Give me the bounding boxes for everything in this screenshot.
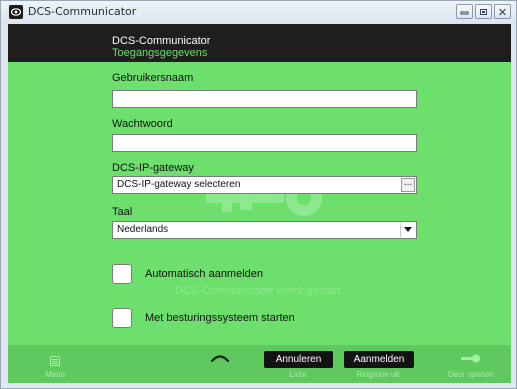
gateway-value: DCS-IP-gateway selecteren xyxy=(117,179,241,190)
menu-icon xyxy=(50,356,60,366)
auto-login-label: Automatisch aanmelden xyxy=(145,268,264,280)
header-app-name: DCS-Communicator xyxy=(112,35,211,47)
start-with-os-checkbox[interactable] xyxy=(112,308,132,328)
phone-icon xyxy=(211,355,229,362)
door-open-icon xyxy=(461,354,480,363)
ringtone-label: Ringtone uit xyxy=(356,370,400,379)
title-bar: DCS-Communicator xyxy=(1,1,516,24)
maximize-button[interactable] xyxy=(475,4,492,19)
door-open-button[interactable]: Deur openen xyxy=(436,345,506,383)
language-select[interactable]: Nederlands xyxy=(112,221,417,239)
login-button[interactable]: Aanmelden xyxy=(344,351,414,368)
password-label: Wachtwoord xyxy=(112,118,173,130)
chevron-down-icon xyxy=(404,227,412,232)
door-open-label: Deur openen xyxy=(447,370,495,379)
username-input[interactable] xyxy=(112,90,417,108)
light-label: Licht xyxy=(289,370,307,379)
language-dropdown-button[interactable] xyxy=(400,223,415,237)
gateway-field[interactable]: DCS-IP-gateway selecteren ... xyxy=(112,176,417,194)
start-with-os-label: Met besturingssysteem starten xyxy=(145,312,295,324)
footer-bar: Menu Licht Ringtone uit Deur openen xyxy=(8,345,511,383)
auto-login-checkbox[interactable] xyxy=(112,264,132,284)
language-value: Nederlands xyxy=(117,224,169,235)
minimize-icon xyxy=(460,11,469,15)
app-icon xyxy=(9,5,23,19)
cancel-button[interactable]: Annuleren xyxy=(264,351,333,368)
app-window: DCS-Communicator DCS-Communicator Toegan… xyxy=(0,0,517,389)
menu-label: Menu xyxy=(44,370,65,379)
gateway-label: DCS-IP-gateway xyxy=(112,162,194,174)
language-label: Taal xyxy=(112,206,133,218)
password-input[interactable] xyxy=(112,134,417,152)
close-button[interactable] xyxy=(494,4,511,19)
header-bar: DCS-Communicator Toegangsgegevens xyxy=(8,24,511,62)
status-text: DCS-Communicator wordt gestart... xyxy=(175,285,350,297)
maximize-icon xyxy=(480,9,487,15)
gateway-browse-button[interactable]: ... xyxy=(401,178,415,192)
window-title: DCS-Communicator xyxy=(28,5,137,18)
username-label: Gebruikersnaam xyxy=(112,72,194,84)
phone-button[interactable] xyxy=(203,345,237,383)
close-icon xyxy=(499,8,506,16)
main-content: DCS-Communicator Toegangsgegevens Gebrui… xyxy=(8,24,511,383)
header-subtitle: Toegangsgegevens xyxy=(112,47,208,59)
menu-button[interactable]: Menu xyxy=(30,345,80,383)
minimize-button[interactable] xyxy=(456,4,473,19)
